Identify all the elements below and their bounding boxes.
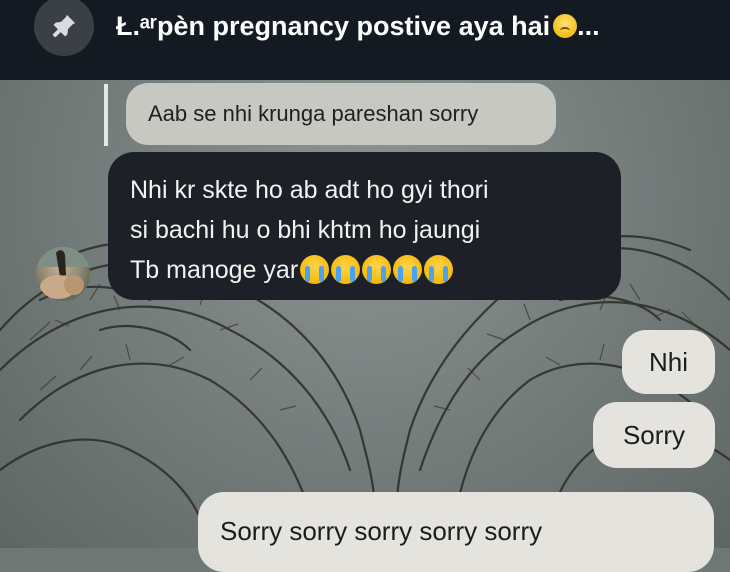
sent-message-bubble[interactable]: Sorry	[593, 402, 715, 468]
quoted-reply-bubble[interactable]: Aab se nhi krunga pareshan sorry	[126, 83, 556, 145]
sent-message-text: Nhi	[648, 347, 688, 377]
received-message-line-1: Nhi kr skte ho ab adt ho gyi thori	[130, 176, 489, 204]
received-message-line-3-text: Tb manoge yar	[130, 256, 299, 284]
reply-indicator-line	[104, 84, 108, 146]
pinned-message-ellipsis: ...	[577, 11, 600, 41]
sent-message-bubble[interactable]: Sorry sorry sorry sorry sorry	[198, 492, 714, 572]
crying-face-emoji-icon	[362, 255, 392, 284]
pin-button[interactable]	[34, 0, 94, 56]
pleading-face-emoji-icon	[553, 14, 578, 38]
crying-face-emoji-icon	[424, 255, 454, 284]
pinned-message-bar[interactable]: Ł.ᵃʳpèn pregnancy postive aya hai...	[0, 0, 730, 80]
sent-message-text: Sorry	[622, 420, 686, 450]
received-message-bubble[interactable]: Nhi kr skte ho ab adt ho gyi thori si ba…	[108, 152, 621, 300]
crying-face-emoji-icon	[331, 255, 361, 284]
avatar-photo-icon	[36, 247, 90, 299]
quoted-reply-text: Aab se nhi krunga pareshan sorry	[148, 101, 479, 126]
crying-face-emoji-icon	[300, 255, 330, 284]
sent-message-text: Sorry sorry sorry sorry sorry	[220, 516, 543, 546]
pinned-message-label: Ł.ᵃʳpèn pregnancy postive aya hai	[116, 11, 551, 41]
sender-avatar[interactable]	[36, 247, 90, 301]
crying-face-emoji-icon	[393, 255, 423, 284]
pin-icon	[52, 14, 76, 38]
sent-message-bubble[interactable]: Nhi	[622, 330, 715, 394]
received-message-line-2: si bachi hu o bhi khtm ho jaungi	[130, 216, 481, 244]
pinned-message-text: Ł.ᵃʳpèn pregnancy postive aya hai...	[116, 4, 600, 48]
received-message-line-3: Tb manoge yar	[130, 250, 599, 290]
